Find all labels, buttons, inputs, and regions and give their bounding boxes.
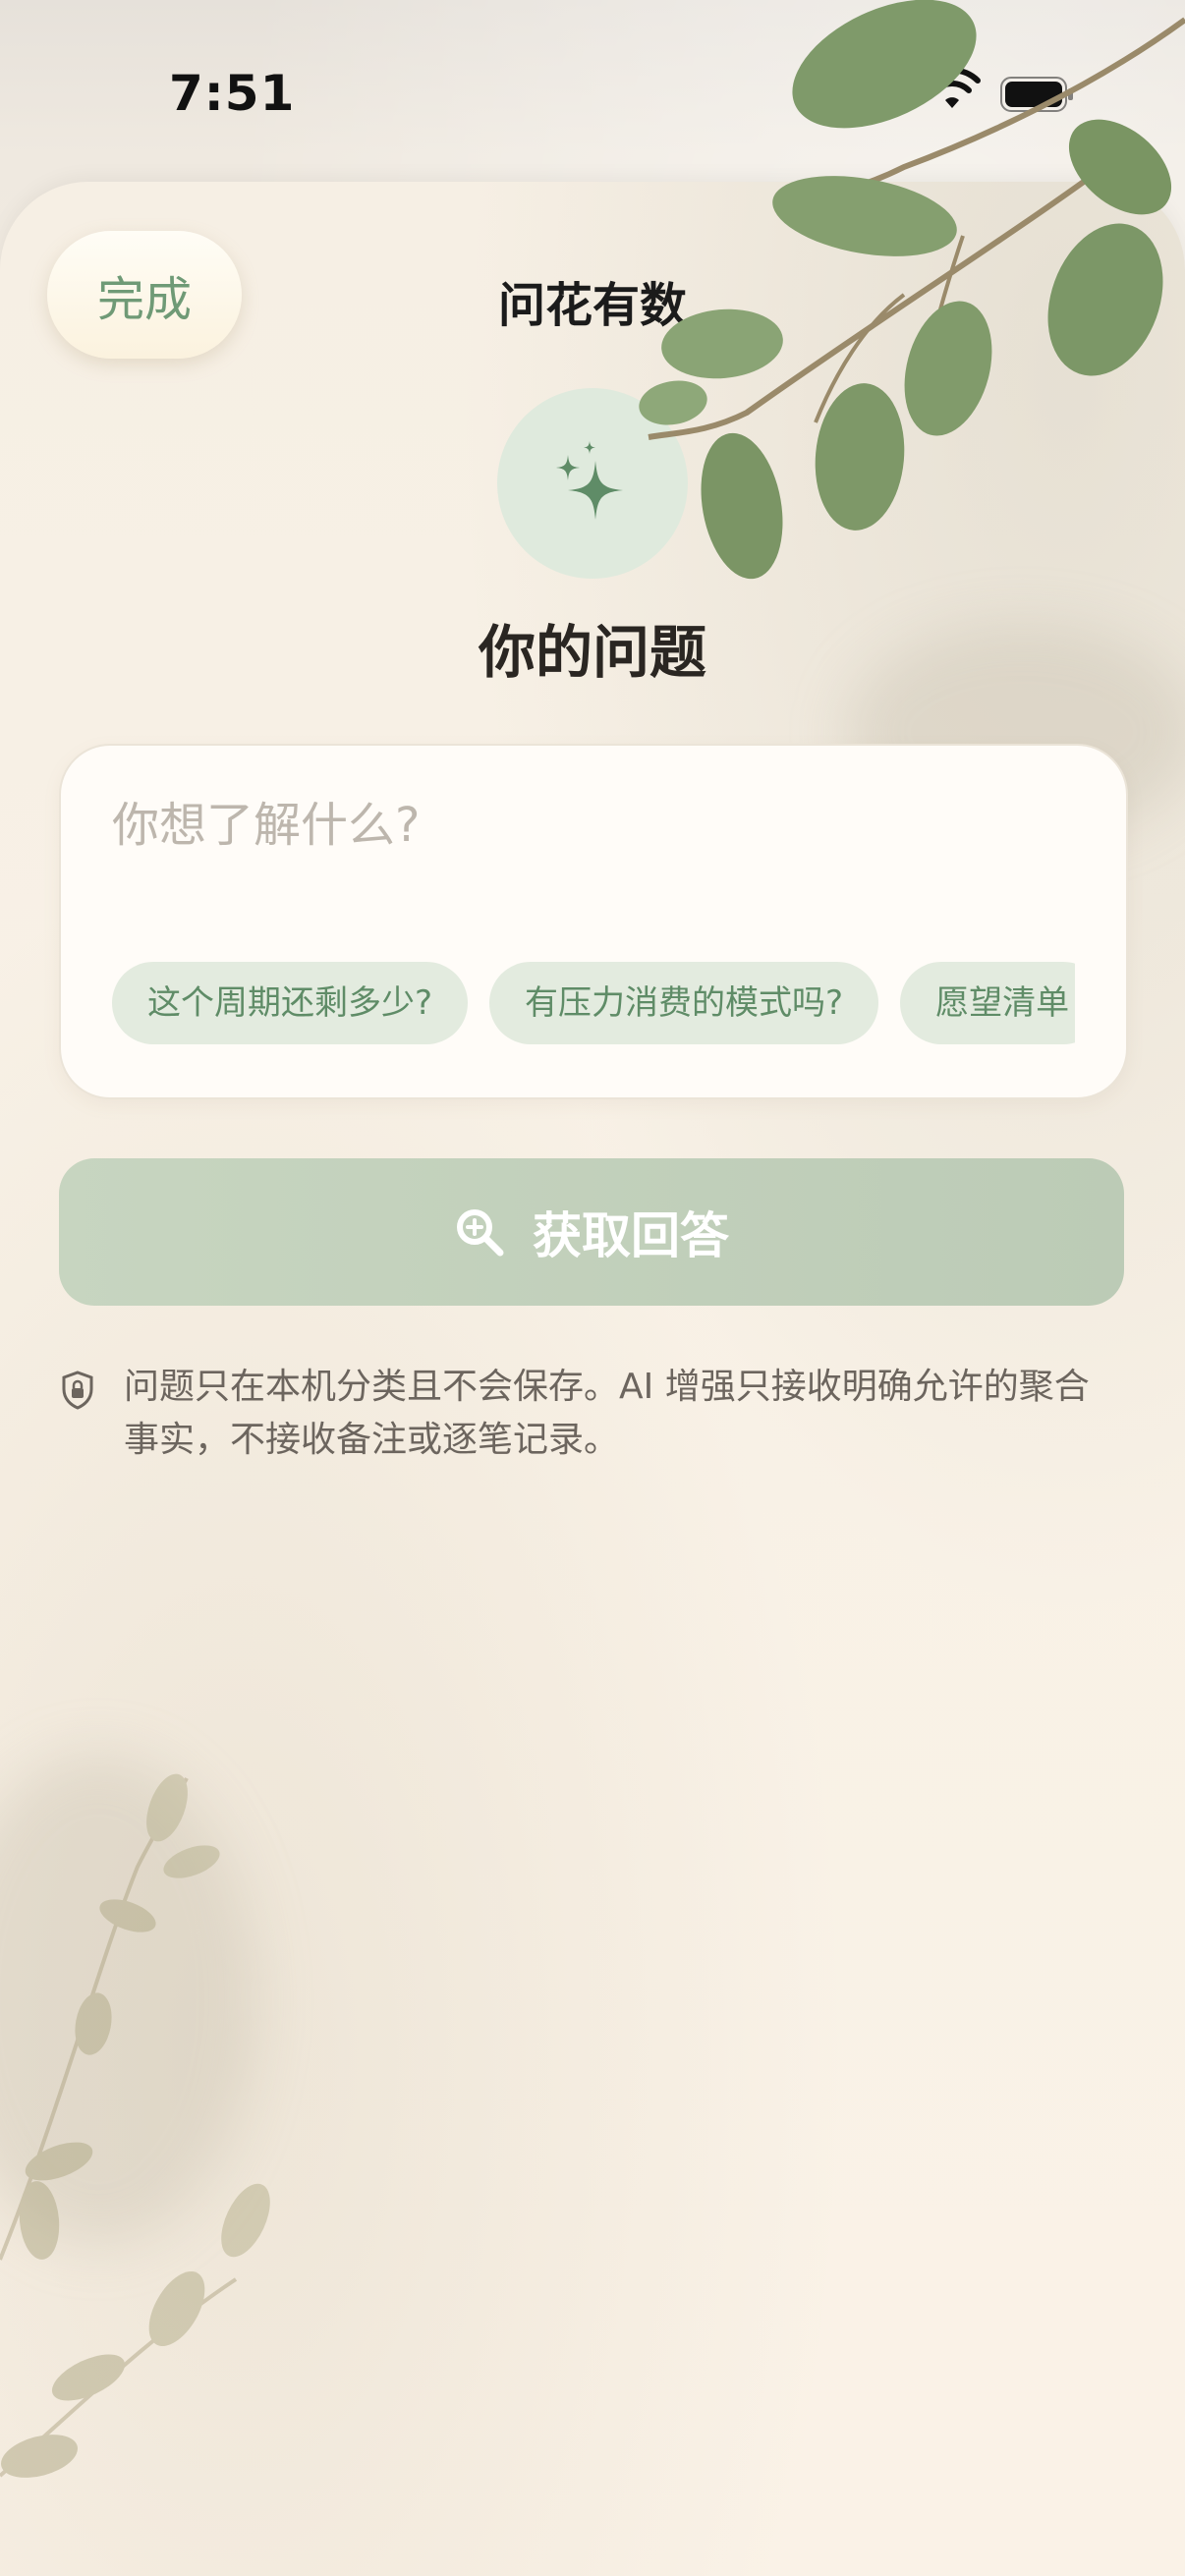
privacy-note-text: 问题只在本机分类且不会保存。AI 增强只接收明确允许的聚合事实，不接收备注或逐笔… [124,1367,1090,1460]
status-time: 7:51 [169,65,296,122]
suggestion-chip[interactable]: 有压力消费的模式吗? [489,962,879,1044]
section-title: 你的问题 [478,619,706,686]
wifi-icon [924,69,981,108]
screen: 7:51 完成 问花有数 你的问题 这个周期还剩 [0,0,1185,2576]
suggestion-chip[interactable]: 愿望清单 [900,962,1075,1044]
leaf-shadow [0,1754,255,2245]
sparkles-icon [556,441,623,520]
get-answer-label: 获取回答 [533,1207,729,1264]
suggestion-chips[interactable]: 这个周期还剩多少? 有压力消费的模式吗? 愿望清单 [112,962,1075,1046]
shield-icon [62,1371,93,1410]
question-card: 这个周期还剩多少?有压力消费的模式吗? 愿望清单 [59,744,1128,1099]
sparkle-badge [497,388,688,579]
get-answer-button[interactable]: 获取回答 [59,1158,1124,1306]
suggestion-chip[interactable]: 这个周期还剩多少? [112,962,469,1044]
question-sheet: 完成 问花有数 你的问题 这个周期还剩多少?有压力消费的模式吗?愿望清单 [0,182,1185,2576]
battery-icon [1000,77,1073,112]
status-bar: 7:51 [0,0,1185,182]
search-icon [457,1209,504,1257]
question-input[interactable] [112,791,1075,860]
nav-title: 问花有数 [497,278,687,333]
